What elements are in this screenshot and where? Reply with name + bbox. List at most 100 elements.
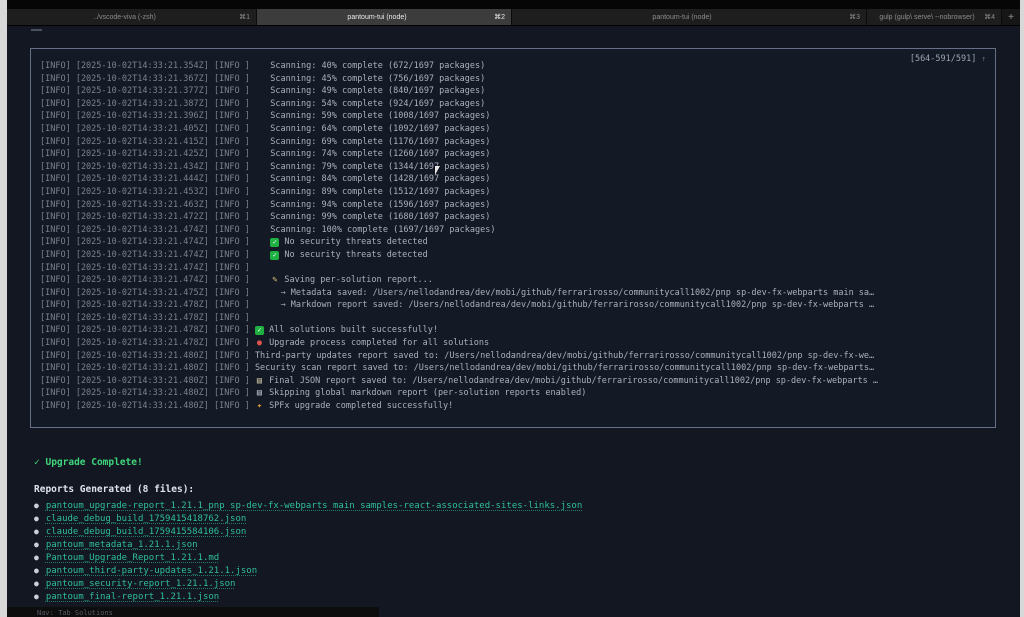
report-file-link[interactable]: claude_debug_build_1759415584106.json: [46, 527, 246, 537]
log-message: Scanning: 79% complete (1344/1697 packag…: [270, 162, 490, 172]
tab-strip: ../vscode-viva (-zsh)⌘1pantoum-tui (node…: [7, 9, 1002, 25]
log-meta: [INFO] [2025-10-02T14:33:21.480Z] [INFO …: [40, 401, 255, 411]
report-file-item: ●pantoum_upgrade-report_1.21.1_pnp sp-de…: [34, 499, 582, 512]
check-icon: ✓: [270, 238, 279, 247]
log-meta: [INFO] [2025-10-02T14:33:21.474Z] [INFO …: [40, 237, 255, 247]
upgrade-complete-banner: ✓ Upgrade Complete!: [34, 457, 143, 468]
log-line: [INFO] [2025-10-02T14:33:21.474Z] [INFO …: [40, 236, 985, 249]
log-meta: [INFO] [2025-10-02T14:33:21.480Z] [INFO …: [40, 376, 255, 386]
log-line: [INFO] [2025-10-02T14:33:21.480Z] [INFO …: [40, 362, 985, 375]
bullet-icon: ●: [34, 553, 39, 562]
log-line: [INFO] [2025-10-02T14:33:21.480Z] [INFO …: [40, 375, 985, 388]
window-titlebar: [7, 0, 1020, 9]
log-meta: [INFO] [2025-10-02T14:33:21.377Z] [INFO …: [40, 86, 255, 96]
log-line: [INFO] [2025-10-02T14:33:21.434Z] [INFO …: [40, 161, 985, 174]
log-line: [INFO] [2025-10-02T14:33:21.478Z] [INFO …: [40, 337, 985, 350]
log-line: [INFO] [2025-10-02T14:33:21.367Z] [INFO …: [40, 73, 985, 86]
log-meta: [INFO] [2025-10-02T14:33:21.405Z] [INFO …: [40, 124, 255, 134]
log-meta: [INFO] [2025-10-02T14:33:21.354Z] [INFO …: [40, 61, 255, 71]
log-meta: [INFO] [2025-10-02T14:33:21.463Z] [INFO …: [40, 200, 255, 210]
log-message: Security scan report saved to: /Users/ne…: [255, 363, 874, 373]
log-line: [INFO] [2025-10-02T14:33:21.463Z] [INFO …: [40, 199, 985, 212]
log-meta: [INFO] [2025-10-02T14:33:21.472Z] [INFO …: [40, 212, 255, 222]
bullet-icon: ●: [34, 592, 39, 601]
reports-generated-title: Reports Generated (8 files):: [34, 484, 194, 495]
report-file-item: ● pantoum_final-report_1.21.1.json: [34, 590, 582, 603]
report-file-item: ● Pantoum_Upgrade_Report_1.21.1.md: [34, 551, 582, 564]
log-line: [INFO] [2025-10-02T14:33:21.475Z] [INFO …: [40, 287, 985, 300]
report-file-link[interactable]: pantoum_security-report_1.21.1.json: [46, 579, 236, 589]
log-line: [INFO] [2025-10-02T14:33:21.396Z] [INFO …: [40, 110, 985, 123]
check-icon: ✓: [255, 326, 264, 335]
tab-label: pantoum-tui (node): [347, 14, 406, 21]
page-icon: ▤: [255, 387, 264, 400]
log-line: [INFO] [2025-10-02T14:33:21.415Z] [INFO …: [40, 136, 985, 149]
log-message: Scanning: 49% complete (840/1697 package…: [270, 86, 485, 96]
log-message: Scanning: 84% complete (1428/1697 packag…: [270, 174, 490, 184]
log-meta: [INFO] [2025-10-02T14:33:21.480Z] [INFO …: [40, 351, 255, 361]
tab-1[interactable]: ../vscode-viva (-zsh)⌘1: [7, 9, 257, 25]
log-message: Final JSON report saved to: /Users/nello…: [269, 376, 878, 386]
log-message: Third-party updates report saved to: /Us…: [255, 351, 874, 361]
tab-bar: ../vscode-viva (-zsh)⌘1pantoum-tui (node…: [7, 9, 1020, 26]
log-line: [INFO] [2025-10-02T14:33:21.472Z] [INFO …: [40, 211, 985, 224]
log-line: [INFO] [2025-10-02T14:33:21.405Z] [INFO …: [40, 123, 985, 136]
log-line: [INFO] [2025-10-02T14:33:21.354Z] [INFO …: [40, 60, 985, 73]
party-icon: ✦: [255, 400, 264, 413]
log-message: No security threats detected: [284, 237, 427, 247]
log-message: SPFx upgrade completed successfully!: [269, 401, 453, 411]
log-line: [INFO] [2025-10-02T14:33:21.444Z] [INFO …: [40, 173, 985, 186]
log-line: [INFO] [2025-10-02T14:33:21.478Z] [INFO …: [40, 312, 985, 325]
report-file-link[interactable]: pantoum_third-party-updates_1.21.1.json: [46, 566, 257, 576]
check-icon: ✓: [270, 251, 279, 260]
log-panel[interactable]: [564-591/591] ↑ [INFO] [2025-10-02T14:33…: [30, 48, 996, 428]
log-meta: [INFO] [2025-10-02T14:33:21.367Z] [INFO …: [40, 74, 255, 84]
report-file-item: ●pantoum_metadata_1.21.1.json: [34, 538, 582, 551]
log-message: Scanning: 45% complete (756/1697 package…: [270, 74, 485, 84]
log-meta: [INFO] [2025-10-02T14:33:21.475Z] [INFO …: [40, 288, 255, 298]
tab-3[interactable]: pantoum-tui (node) ⌘3: [512, 9, 867, 25]
report-file-link[interactable]: claude_debug_build_1759415418762.json: [46, 514, 246, 524]
log-meta: [INFO] [2025-10-02T14:33:21.415Z] [INFO …: [40, 137, 255, 147]
log-meta: [INFO] [2025-10-02T14:33:21.478Z] [INFO …: [40, 313, 255, 323]
tab-label: gulp (gulp\ serve\ --nobrowser): [879, 14, 974, 21]
bullet-icon: ●: [34, 579, 39, 588]
log-line: [INFO] [2025-10-02T14:33:21.478Z] [INFO …: [40, 299, 985, 312]
tab-4[interactable]: gulp (gulp\ serve\ --nobrowser) ⌘4: [867, 9, 1002, 25]
tab-2[interactable]: pantoum-tui (node) ⌘2: [257, 9, 512, 25]
log-message: Upgrade process completed for all soluti…: [269, 338, 489, 348]
log-meta: [INFO] [2025-10-02T14:33:21.444Z] [INFO …: [40, 174, 255, 184]
scroll-position-indicator: [564-591/591] ↑: [910, 54, 986, 64]
log-message: Scanning: 64% complete (1092/1697 packag…: [270, 124, 490, 134]
log-message: Scanning: 94% complete (1596/1697 packag…: [270, 200, 490, 210]
tab-shortcut: ⌘4: [984, 13, 995, 21]
log-message: Scanning: 69% complete (1176/1697 packag…: [270, 137, 490, 147]
log-message: → Markdown report saved: /Users/nellodan…: [281, 300, 875, 310]
log-meta: [INFO] [2025-10-02T14:33:21.434Z] [INFO …: [40, 162, 255, 172]
report-file-link[interactable]: pantoum_final-report_1.21.1.json: [46, 592, 219, 602]
clipboard-icon: ▤: [255, 375, 264, 388]
report-file-link[interactable]: Pantoum_Upgrade_Report_1.21.1.md: [46, 553, 219, 563]
report-file-item: ● pantoum_security-report_1.21.1.json: [34, 577, 582, 590]
log-line: [INFO] [2025-10-02T14:33:21.377Z] [INFO …: [40, 85, 985, 98]
report-file-link[interactable]: pantoum_upgrade-report_1.21.1_pnp sp-dev…: [46, 501, 582, 511]
cherry-icon: ●: [255, 337, 264, 350]
tab-label: pantoum-tui (node): [652, 14, 711, 21]
new-tab-button[interactable]: +: [1002, 9, 1020, 25]
report-file-link[interactable]: pantoum_metadata_1.21.1.json: [46, 540, 198, 550]
terminal-window: ../vscode-viva (-zsh)⌘1pantoum-tui (node…: [7, 0, 1020, 617]
log-meta: [INFO] [2025-10-02T14:33:21.478Z] [INFO …: [40, 325, 255, 335]
tab-shortcut: ⌘3: [849, 13, 860, 21]
tab-shortcut: ⌘1: [239, 13, 250, 21]
log-line: [INFO] [2025-10-02T14:33:21.478Z] [INFO …: [40, 324, 985, 337]
log-meta: [INFO] [2025-10-02T14:33:21.480Z] [INFO …: [40, 363, 255, 373]
bullet-icon: ●: [34, 514, 39, 523]
log-meta: [INFO] [2025-10-02T14:33:21.478Z] [INFO …: [40, 300, 255, 310]
log-line: [INFO] [2025-10-02T14:33:21.474Z] [INFO …: [40, 274, 985, 287]
log-message: Scanning: 100% complete (1697/1697 packa…: [270, 225, 495, 235]
log-message: All solutions built successfully!: [269, 325, 438, 335]
log-meta: [INFO] [2025-10-02T14:33:21.474Z] [INFO …: [40, 225, 255, 235]
tab-shortcut: ⌘2: [494, 13, 505, 21]
log-message: → Metadata saved: /Users/nellodandrea/de…: [281, 288, 875, 298]
log-meta: [INFO] [2025-10-02T14:33:21.396Z] [INFO …: [40, 111, 255, 121]
